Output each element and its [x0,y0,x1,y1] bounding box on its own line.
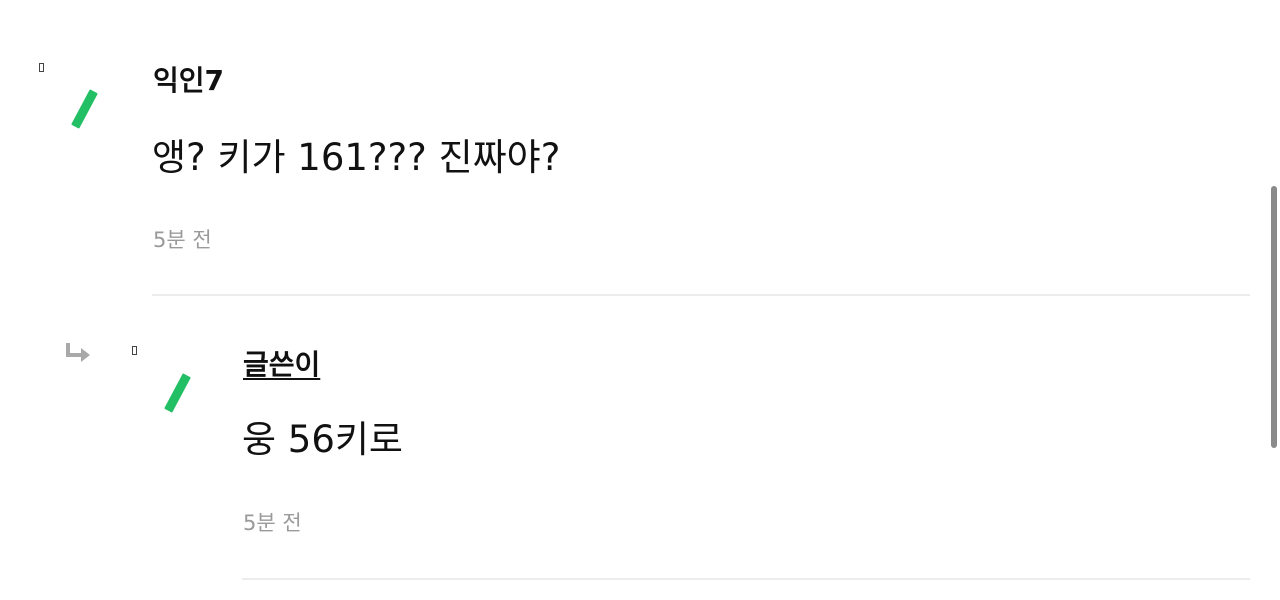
comment-thread: 익인7 앵? 키가 161??? 진짜야? 5분 전 글쓴이 웅 56키로 5분… [0,0,1280,600]
reply-text: 웅 56키로 [242,418,403,461]
comment-divider [152,294,1250,296]
reply-author[interactable]: 글쓴이 [243,348,320,382]
small-square-icon [132,346,137,355]
green-slash-icon [164,373,191,413]
reply-divider [242,578,1250,580]
scrollbar-thumb[interactable] [1271,186,1277,448]
small-square-icon [39,63,44,72]
comment-item: 익인7 앵? 키가 161??? 진짜야? 5분 전 [0,0,1280,298]
reply-timestamp: 5분 전 [243,511,302,535]
comment-text: 앵? 키가 161??? 진짜야? [152,136,561,179]
comment-author[interactable]: 익인7 [153,64,224,98]
green-slash-icon [71,89,98,129]
comment-timestamp: 5분 전 [153,228,212,252]
reply-arrow-icon [66,343,90,362]
reply-item: 글쓴이 웅 56키로 5분 전 [0,298,1280,600]
